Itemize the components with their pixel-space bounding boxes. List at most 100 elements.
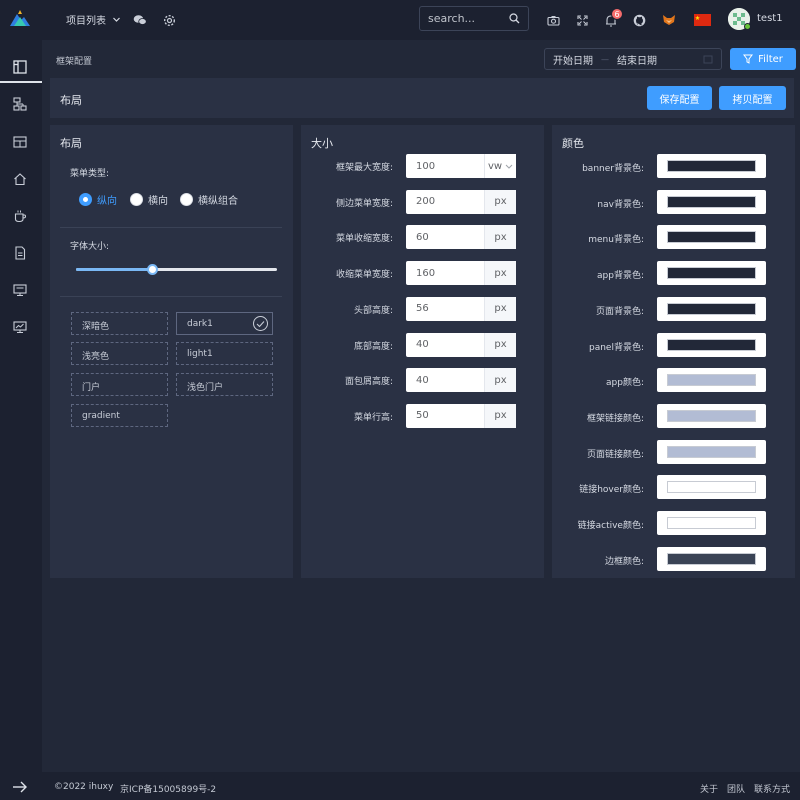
fullscreen-icon[interactable] — [573, 11, 591, 29]
project-list-label: 项目列表 — [66, 16, 106, 27]
footer-link-team[interactable]: 团队 — [727, 782, 745, 795]
theme-option[interactable]: 门户 — [71, 373, 168, 396]
layout-config-icon[interactable] — [11, 58, 29, 76]
footer-link-about[interactable]: 关于 — [700, 782, 718, 795]
gitee-fox-icon[interactable] — [660, 11, 678, 29]
start-date-placeholder[interactable]: 开始日期 — [553, 52, 593, 67]
color-swatch — [667, 552, 756, 565]
sidebar-active-indicator — [0, 81, 42, 83]
size-input-group: px — [406, 403, 516, 428]
color-picker[interactable] — [657, 546, 766, 571]
page-title: 布局 — [60, 94, 82, 107]
radio-label: 纵向 — [97, 196, 117, 207]
search-input[interactable] — [428, 12, 508, 25]
font-size-slider[interactable] — [76, 264, 277, 275]
color-swatch — [667, 517, 756, 529]
icp-link[interactable]: 京ICP备15005899号-2 — [120, 782, 216, 795]
china-flag-icon[interactable] — [693, 11, 711, 29]
size-input-group: px — [406, 189, 516, 214]
color-picker[interactable] — [657, 332, 766, 357]
color-row: 链接hover颜色: — [551, 475, 794, 500]
menu-type-label: 菜单类型: — [70, 169, 110, 179]
theme-option[interactable]: gradient — [71, 404, 168, 427]
size-input-group: px — [406, 296, 516, 321]
size-input[interactable] — [406, 332, 484, 357]
theme-option[interactable]: 浅亮色 — [71, 342, 168, 365]
size-input[interactable] — [406, 368, 484, 393]
home-icon[interactable] — [11, 170, 29, 188]
end-date-placeholder[interactable]: 结束日期 — [617, 52, 657, 67]
color-row: nav背景色: — [551, 189, 794, 214]
date-range-picker[interactable]: 开始日期 — 结束日期 — [544, 48, 722, 70]
project-list-menu[interactable]: 项目列表 — [66, 12, 121, 27]
sidebar — [0, 0, 42, 800]
save-config-button[interactable]: 保存配置 — [647, 86, 712, 110]
radio-combined[interactable]: 横纵组合 — [180, 192, 238, 207]
radio-circle[interactable] — [130, 193, 143, 206]
settings-gear-icon[interactable] — [160, 11, 178, 29]
unit-label: px — [484, 332, 516, 357]
unit-label: px — [484, 261, 516, 286]
color-picker[interactable] — [657, 511, 766, 535]
color-row: 链接active颜色: — [551, 511, 794, 535]
color-picker[interactable] — [657, 296, 766, 321]
color-picker[interactable] — [657, 189, 766, 214]
theme-option[interactable]: 深暗色 — [71, 312, 168, 335]
color-row: panel背景色: — [551, 332, 794, 357]
org-chart-icon[interactable] — [11, 95, 29, 113]
username[interactable]: test1 — [757, 13, 783, 24]
color-picker[interactable] — [657, 261, 766, 286]
color-label: 框架链接颜色: — [586, 413, 644, 424]
size-input[interactable] — [406, 154, 484, 178]
size-row: 框架最大宽度: vw — [300, 154, 543, 178]
size-row: 侧边菜单宽度: px — [300, 189, 543, 214]
size-input[interactable] — [406, 189, 484, 214]
color-swatch — [667, 374, 756, 387]
collapse-arrow-icon[interactable] — [11, 779, 29, 795]
size-input[interactable] — [406, 403, 484, 428]
theme-option[interactable]: light1 — [176, 342, 273, 365]
document-icon[interactable] — [11, 244, 29, 262]
radio-vertical[interactable]: 纵向 — [79, 192, 117, 207]
color-picker[interactable] — [657, 225, 766, 250]
radio-circle[interactable] — [180, 193, 193, 206]
calendar-icon — [703, 55, 713, 64]
color-row: 框架链接颜色: — [551, 403, 794, 428]
color-row: 页面链接颜色: — [551, 439, 794, 464]
search-icon[interactable] — [509, 13, 520, 24]
color-picker[interactable] — [657, 475, 766, 500]
color-label: 页面链接颜色: — [586, 449, 644, 460]
color-label: nav背景色: — [597, 199, 644, 210]
unit-label: vw — [487, 160, 503, 172]
unit-label: px — [484, 225, 516, 250]
color-swatch — [667, 231, 756, 244]
color-picker[interactable] — [657, 368, 766, 393]
github-icon[interactable] — [630, 11, 648, 29]
radio-circle[interactable] — [79, 193, 92, 206]
wechat-icon[interactable] — [131, 11, 149, 29]
filter-button[interactable]: Filter — [730, 48, 796, 70]
camera-icon[interactable] — [544, 11, 562, 29]
size-input[interactable] — [406, 261, 484, 286]
unit-select[interactable]: vw — [484, 154, 516, 178]
search-box[interactable] — [419, 6, 529, 31]
table-icon[interactable] — [11, 133, 29, 151]
radio-horizontal[interactable]: 横向 — [130, 192, 168, 207]
theme-option[interactable]: 浅色门户 — [176, 373, 273, 396]
color-picker[interactable] — [657, 403, 766, 428]
footer-link-contact[interactable]: 联系方式 — [754, 782, 790, 795]
color-picker[interactable] — [657, 154, 766, 178]
unit-label: px — [484, 296, 516, 321]
monitor-icon[interactable] — [11, 281, 29, 299]
size-label: 框架最大宽度: — [335, 163, 393, 173]
size-input[interactable] — [406, 225, 484, 250]
size-row: 头部高度: px — [300, 296, 543, 321]
theme-option-selected[interactable]: dark1 — [176, 312, 273, 335]
size-input[interactable] — [406, 296, 484, 321]
chevron-down-icon — [113, 17, 120, 22]
color-picker[interactable] — [657, 439, 766, 464]
copy-config-button[interactable]: 拷贝配置 — [719, 86, 786, 110]
radio-label: 横纵组合 — [198, 196, 238, 207]
data-screen-icon[interactable] — [11, 318, 29, 336]
cup-icon[interactable] — [11, 207, 29, 225]
